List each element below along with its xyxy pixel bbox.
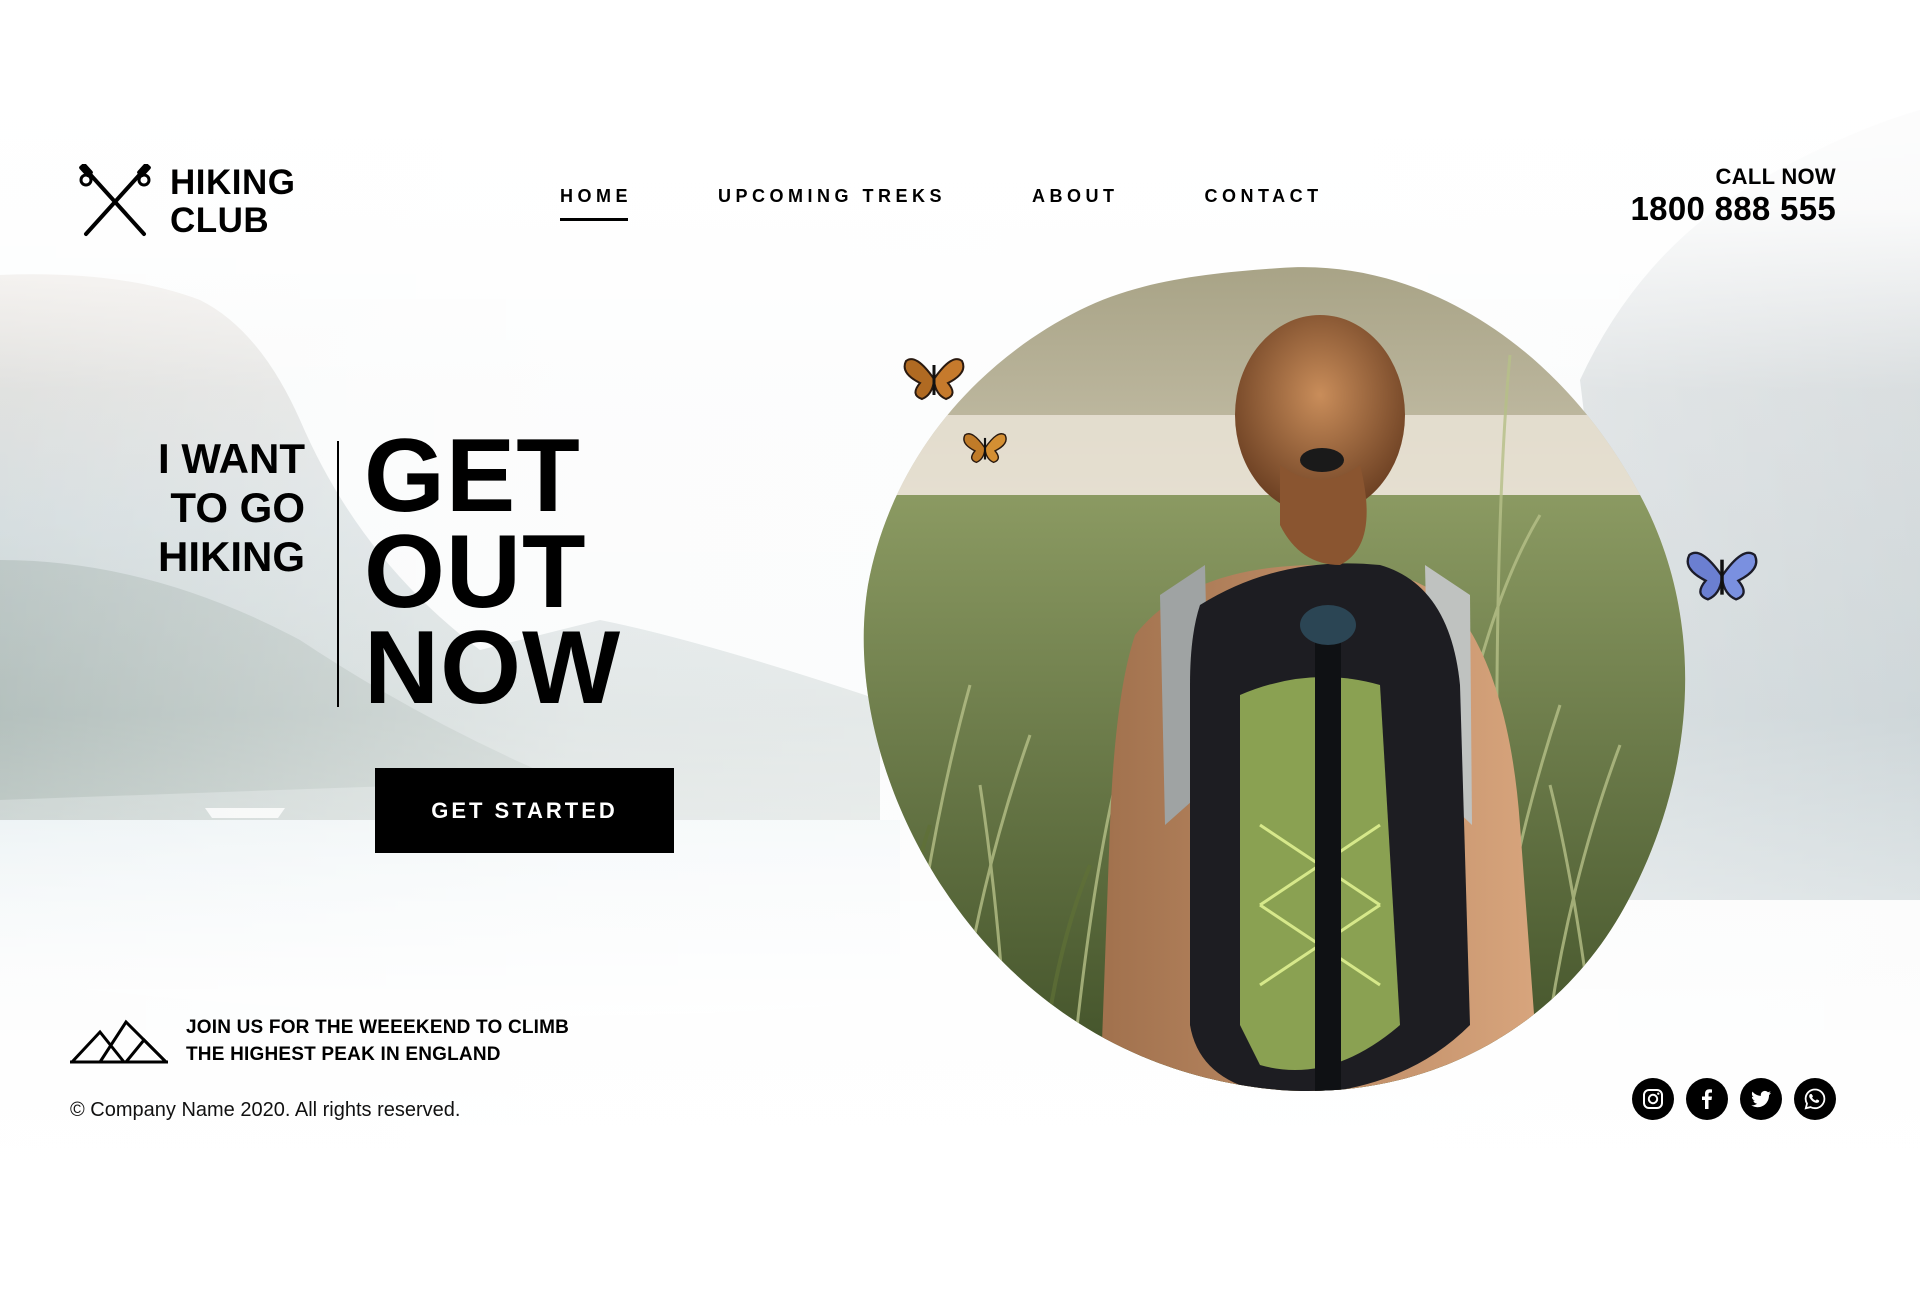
butterfly-icon [963, 433, 1007, 464]
hero-subheading-line: TO GO [170, 484, 305, 531]
mountains-icon [70, 1019, 168, 1064]
phone-number[interactable]: 1800 888 555 [1631, 190, 1836, 228]
call-label: CALL NOW [1715, 164, 1836, 189]
butterfly-icon [1686, 551, 1758, 601]
call-now[interactable]: CALL NOW 1800 888 555 [1631, 164, 1836, 228]
promo-text: JOIN US FOR THE WEEEKEND TO CLIMB THE HI… [186, 1014, 569, 1068]
logo-line-1: HIKING [170, 163, 296, 202]
copyright: © Company Name 2020. All rights reserved… [70, 1099, 461, 1121]
instagram-icon[interactable] [1632, 1078, 1674, 1120]
social-links [1632, 1078, 1836, 1120]
instagram-glyph [1643, 1089, 1663, 1109]
hero-subheading-line: HIKING [158, 533, 305, 580]
facebook-glyph [1702, 1089, 1712, 1109]
hero-subheading: I WANT TO GO HIKING [100, 434, 305, 581]
twitter-glyph [1751, 1090, 1771, 1108]
get-started-button[interactable]: GET STARTED [375, 768, 674, 853]
promo-line: THE HIGHEST PEAK IN ENGLAND [186, 1044, 501, 1065]
main-nav: HOME UPCOMING TREKS ABOUT CONTACT [560, 186, 1323, 221]
hero-divider [337, 441, 339, 707]
hiker-photo [863, 267, 1686, 1092]
whatsapp-glyph [1804, 1088, 1826, 1110]
promo: JOIN US FOR THE WEEEKEND TO CLIMB THE HI… [70, 1014, 569, 1068]
twitter-icon[interactable] [1740, 1078, 1782, 1120]
crossed-trekking-poles-icon [79, 164, 151, 236]
hero-heading-line: NOW [364, 610, 622, 726]
butterfly-icon [903, 358, 965, 401]
nav-item-contact[interactable]: CONTACT [1205, 186, 1323, 221]
hero-heading-line: OUT [364, 514, 587, 630]
nav-item-upcoming-treks[interactable]: UPCOMING TREKS [718, 186, 946, 221]
nav-item-home[interactable]: HOME [560, 186, 632, 221]
logo-line-2: CLUB [170, 201, 270, 240]
hero-heading: GET OUT NOW [364, 418, 622, 726]
hero-subheading-line: I WANT [158, 435, 305, 482]
logo[interactable]: HIKING CLUB [76, 164, 296, 240]
nav-item-about[interactable]: ABOUT [1032, 186, 1119, 221]
logo-text: HIKING CLUB [170, 164, 296, 240]
hero-heading-line: GET [364, 418, 581, 534]
promo-line: JOIN US FOR THE WEEEKEND TO CLIMB [186, 1017, 570, 1038]
facebook-icon[interactable] [1686, 1078, 1728, 1120]
whatsapp-icon[interactable] [1794, 1078, 1836, 1120]
